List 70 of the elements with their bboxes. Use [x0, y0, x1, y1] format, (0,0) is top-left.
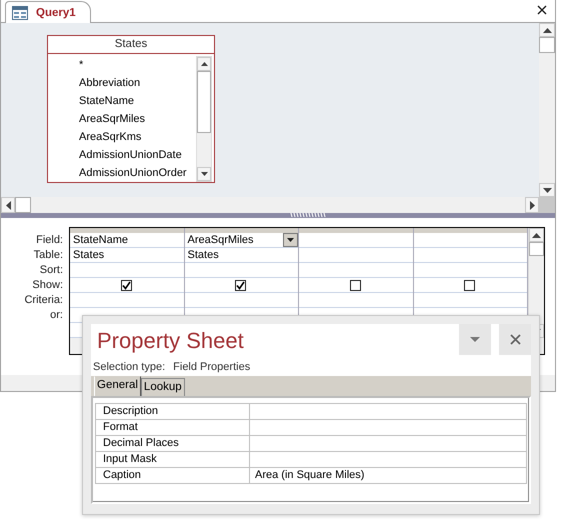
selection-type-value: Field Properties	[173, 361, 250, 373]
show-checkbox[interactable]	[120, 280, 132, 290]
close-icon[interactable]	[537, 5, 547, 15]
grip-icon[interactable]	[290, 213, 326, 217]
show-checkbox[interactable]	[464, 280, 476, 290]
property-sheet-title: Property Sheet	[96, 327, 244, 355]
dropdown-button[interactable]	[283, 233, 298, 247]
field-item[interactable]: AdmissionUnionDate	[79, 146, 196, 164]
row-label: Criteria:	[23, 293, 63, 308]
scroll-right-button[interactable]	[525, 197, 539, 213]
scrollbar-corner	[539, 197, 555, 213]
down-arrow-icon	[470, 337, 480, 342]
grid-cell[interactable]: States	[70, 248, 184, 263]
field-item[interactable]: Abbreviation	[79, 74, 196, 92]
show-cell[interactable]	[414, 278, 528, 293]
up-arrow-icon	[542, 28, 552, 32]
checkmark-icon	[122, 280, 131, 290]
close-icon	[510, 334, 520, 345]
scroll-up-button[interactable]	[529, 228, 544, 242]
property-name: Caption	[96, 468, 250, 483]
show-checkbox[interactable]	[350, 280, 361, 290]
field-item[interactable]: StateName	[79, 92, 196, 110]
show-cell[interactable]	[299, 278, 413, 293]
horizontal-scrollbar[interactable]	[1, 197, 539, 213]
query-tab[interactable]: Query1	[5, 1, 91, 23]
show-cell[interactable]	[70, 278, 184, 293]
scrollbar-thumb[interactable]	[15, 197, 31, 213]
checkmark-icon	[236, 280, 246, 290]
down-arrow-icon	[542, 188, 552, 192]
scroll-down-button[interactable]	[197, 167, 211, 181]
grid-cell[interactable]: States	[184, 248, 298, 263]
property-value[interactable]: Area (in Square Miles)	[250, 468, 526, 483]
row-label: Field:	[35, 233, 63, 248]
down-arrow-icon	[287, 238, 294, 242]
field-cell[interactable]: AreaSqrMiles	[184, 233, 298, 248]
selection-type-label: Selection type:	[93, 361, 166, 373]
property-name: Format	[96, 420, 250, 435]
scroll-up-button[interactable]	[539, 23, 555, 37]
scrollbar-thumb[interactable]	[529, 242, 544, 256]
row-label: Table:	[32, 248, 63, 263]
field-item[interactable]: AdmissionUnionOrder	[79, 164, 196, 182]
property-name: Description	[96, 404, 250, 419]
up-arrow-icon	[200, 62, 208, 66]
scroll-down-button[interactable]	[539, 183, 555, 197]
field-item[interactable]: AreaSqrKms	[79, 128, 196, 146]
left-arrow-icon	[6, 200, 10, 210]
show-checkbox[interactable]	[235, 280, 246, 290]
row-label: Show:	[31, 278, 63, 293]
down-arrow-icon	[200, 172, 208, 176]
field-cell[interactable]: StateName	[70, 233, 184, 248]
vertical-scrollbar[interactable]	[539, 23, 555, 197]
scrollbar-thumb[interactable]	[197, 71, 211, 133]
scroll-left-button[interactable]	[1, 197, 15, 213]
property-name: Input Mask	[96, 452, 250, 467]
field-item[interactable]: AreaSqrMiles	[79, 110, 196, 128]
vertical-scrollbar[interactable]	[196, 56, 212, 182]
property-tab[interactable]: General	[94, 376, 141, 396]
field-list-title: States	[48, 36, 214, 54]
up-arrow-icon	[532, 232, 542, 238]
row-label: Sort:	[38, 263, 63, 278]
query-icon	[12, 6, 28, 20]
right-arrow-icon	[530, 200, 534, 210]
scroll-up-button[interactable]	[197, 57, 211, 71]
row-label: or:	[49, 308, 63, 323]
scrollbar-thumb[interactable]	[539, 37, 555, 53]
property-name: Decimal Places	[96, 436, 250, 451]
property-tab[interactable]: Lookup	[140, 378, 185, 396]
close-button[interactable]	[499, 324, 531, 355]
field-item[interactable]: *	[79, 56, 196, 74]
show-cell[interactable]	[184, 278, 298, 293]
